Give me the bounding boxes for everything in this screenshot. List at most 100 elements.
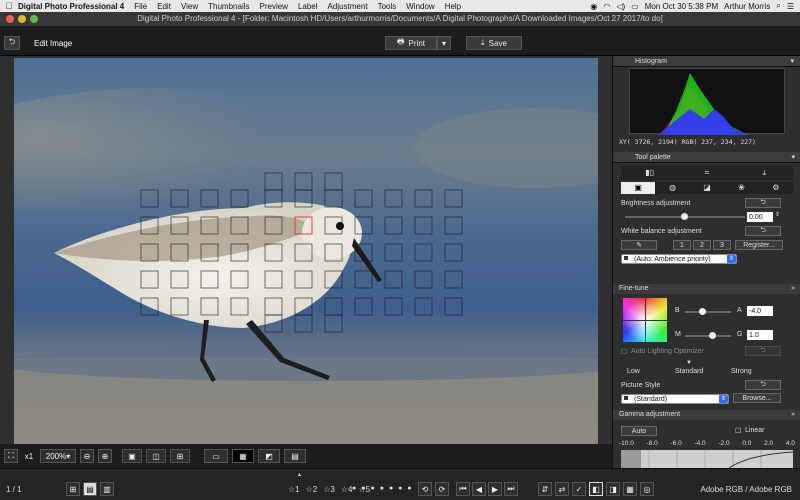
quick-check-button[interactable]: ✓: [572, 482, 586, 496]
volume-icon[interactable]: ◁): [616, 2, 625, 11]
zoom-out-button[interactable]: ⊖: [80, 449, 94, 463]
star-3[interactable]: ☆3: [323, 485, 335, 494]
photo-preview[interactable]: [14, 58, 598, 444]
picture-style-browse-button[interactable]: Browse...: [733, 393, 781, 403]
background-color-button[interactable]: ▭: [204, 449, 228, 463]
sync-button[interactable]: ⇄: [555, 482, 569, 496]
properties-button[interactable]: ▤: [284, 449, 306, 463]
histogram-header[interactable]: Histogram ▾: [613, 56, 800, 67]
color-grid-picker[interactable]: [623, 298, 667, 342]
brightness-slider-knob[interactable]: [681, 213, 688, 220]
alo-reset-button[interactable]: ⮌: [745, 346, 781, 356]
menu-window[interactable]: Window: [406, 2, 434, 11]
brightness-stepper-icon[interactable]: ⇕: [775, 211, 780, 218]
rotate-right-button[interactable]: ⟳: [435, 482, 449, 496]
back-button[interactable]: ⮌: [4, 36, 20, 50]
wb-custom-1-button[interactable]: 1: [673, 240, 691, 250]
b-a-slider-knob[interactable]: [699, 308, 706, 315]
tab-color[interactable]: ❀: [724, 182, 758, 194]
menu-file[interactable]: File: [134, 2, 147, 11]
layout-grid-button[interactable]: ⊞: [66, 482, 80, 496]
white-balance-reset-button[interactable]: ⮌: [745, 226, 781, 236]
zoom-x1-button[interactable]: x1: [22, 449, 36, 463]
apple-icon[interactable]: : [0, 1, 18, 11]
menu-tools[interactable]: Tools: [378, 2, 397, 11]
gamma-header[interactable]: Gamma adjustment »: [613, 410, 800, 420]
prev-image-button[interactable]: ◀: [472, 482, 486, 496]
m-g-slider-knob[interactable]: [709, 332, 716, 339]
tab-settings[interactable]: ⚙: [759, 182, 793, 194]
tab-crop[interactable]: ⌗: [678, 166, 735, 180]
label-dot[interactable]: ●: [361, 485, 365, 492]
collapse-filmstrip-icon[interactable]: ▴: [298, 471, 301, 478]
fit-to-window-button[interactable]: ⛶: [4, 449, 18, 463]
label-dot[interactable]: ●: [380, 485, 384, 492]
save-button[interactable]: ⤓ Save: [466, 36, 522, 50]
alo-slider-marker[interactable]: ▼: [686, 360, 692, 366]
m-g-slider[interactable]: [685, 332, 731, 339]
wifi-icon[interactable]: ◠: [603, 2, 610, 11]
close-window-icon[interactable]: [6, 15, 14, 23]
label-dot[interactable]: ●: [389, 485, 393, 492]
brightness-slider[interactable]: [625, 213, 745, 220]
label-dot[interactable]: ●: [370, 485, 374, 492]
clock[interactable]: Mon Oct 30 5:38 PM: [645, 2, 718, 11]
highlight-warning-button[interactable]: ▦: [232, 449, 254, 463]
menu-thumbnails[interactable]: Thumbnails: [208, 2, 249, 11]
edit-image-mode-button[interactable]: ◧: [589, 482, 603, 496]
menu-view[interactable]: View: [181, 2, 198, 11]
zoom-level-select[interactable]: 200% ▾: [40, 449, 76, 463]
a-value-field[interactable]: -4.0: [747, 306, 773, 316]
tool-palette-header[interactable]: Tool palette ▾: [613, 152, 800, 163]
app-menu[interactable]: Digital Photo Professional 4: [18, 2, 124, 11]
zoom-window-icon[interactable]: [30, 15, 38, 23]
multi-view-button[interactable]: ▦: [623, 482, 637, 496]
wb-custom-3-button[interactable]: 3: [713, 240, 731, 250]
siri-icon[interactable]: ◉: [590, 2, 597, 11]
label-dot[interactable]: ●: [407, 485, 411, 492]
eyedropper-button[interactable]: ✎: [621, 240, 657, 250]
tab-output[interactable]: ⤓: [736, 166, 793, 180]
picture-style-reset-button[interactable]: ⮌: [745, 380, 781, 390]
menu-adjustment[interactable]: Adjustment: [328, 2, 368, 11]
alo-checkbox[interactable]: ☐: [621, 348, 627, 356]
gamma-graph[interactable]: [621, 450, 794, 469]
wb-custom-2-button[interactable]: 2: [693, 240, 711, 250]
linear-checkbox[interactable]: ☐: [735, 427, 741, 435]
brightness-value-field[interactable]: 0.00: [747, 212, 773, 222]
layout-single-button[interactable]: ▤: [83, 482, 97, 496]
g-value-field[interactable]: 1.0: [747, 330, 773, 340]
tab-basic[interactable]: ▣: [621, 182, 656, 194]
grid-overlay-button[interactable]: ⊞: [170, 449, 190, 463]
tab-basic-adjust[interactable]: ▮▯: [621, 166, 678, 180]
menu-label[interactable]: Label: [298, 2, 318, 11]
next-image-button[interactable]: ▶: [488, 482, 502, 496]
tab-picture-style[interactable]: ◍: [655, 182, 689, 194]
search-icon[interactable]: ⌕: [776, 1, 780, 11]
b-a-slider[interactable]: [685, 308, 731, 315]
first-image-button[interactable]: ⏮: [456, 482, 470, 496]
menu-help[interactable]: Help: [445, 2, 461, 11]
white-balance-select[interactable]: ◙ (Auto: Ambience priority) ⇕: [621, 254, 737, 264]
minimize-window-icon[interactable]: [18, 15, 26, 23]
tab-tone-curve[interactable]: ◪: [690, 182, 724, 194]
camera-mode-button[interactable]: ◎: [640, 482, 654, 496]
picture-style-select[interactable]: ◙ (Standard) ⇕: [621, 394, 729, 404]
print-options-dropdown[interactable]: ▾: [437, 36, 451, 50]
print-button[interactable]: 🖶 Print: [385, 36, 437, 50]
zoom-in-button[interactable]: ⊕: [98, 449, 112, 463]
rotate-left-button[interactable]: ⟲: [418, 482, 432, 496]
menu-edit[interactable]: Edit: [157, 2, 171, 11]
last-image-button[interactable]: ⏭: [504, 482, 518, 496]
star-4[interactable]: ☆4: [341, 485, 353, 494]
fine-tune-header[interactable]: Fine-tune »: [613, 284, 800, 294]
brightness-reset-button[interactable]: ⮌: [745, 198, 781, 208]
wb-register-button[interactable]: Register...: [735, 240, 783, 250]
label-dot[interactable]: ●: [398, 485, 402, 492]
menu-list-icon[interactable]: ☰: [787, 2, 794, 11]
star-1[interactable]: ☆1: [288, 485, 300, 494]
af-point-toggle[interactable]: ▣: [122, 449, 142, 463]
image-info-button[interactable]: ◩: [258, 449, 280, 463]
user-name[interactable]: Arthur Morris: [724, 2, 770, 11]
sort-button[interactable]: ⇵: [538, 482, 552, 496]
